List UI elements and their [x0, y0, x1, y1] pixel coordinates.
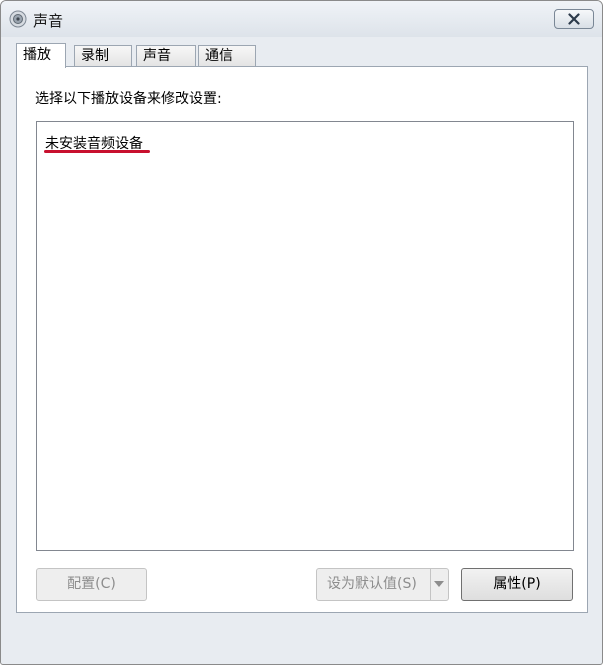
configure-button[interactable]: 配置(C)	[36, 568, 147, 601]
close-button[interactable]	[554, 9, 594, 29]
set-default-dropdown[interactable]	[430, 569, 448, 600]
window-title: 声音	[33, 12, 64, 30]
tab-recording[interactable]: 录制	[74, 45, 132, 67]
properties-button-label: 属性(P)	[493, 576, 541, 592]
chevron-down-icon	[434, 581, 444, 587]
set-default-button[interactable]: 设为默认值(S)	[316, 568, 449, 601]
title-bar[interactable]: 声音	[1, 1, 602, 37]
properties-button[interactable]: 属性(P)	[461, 568, 573, 601]
tab-communications[interactable]: 通信	[198, 45, 256, 67]
speaker-icon	[9, 10, 27, 28]
device-list[interactable]: 未安装音频设备	[36, 121, 574, 551]
configure-button-label: 配置(C)	[67, 576, 116, 592]
red-underline-annotation	[44, 150, 150, 153]
tab-sounds[interactable]: 声音	[136, 45, 196, 67]
instruction-text: 选择以下播放设备来修改设置:	[35, 91, 222, 107]
close-icon	[568, 13, 580, 25]
playback-panel: 选择以下播放设备来修改设置: 未安装音频设备 配置(C) 设为默认值(S) 属性…	[16, 66, 588, 613]
tab-label: 声音	[143, 48, 171, 64]
tab-label: 录制	[81, 48, 109, 64]
tab-label: 通信	[205, 48, 233, 64]
tab-playback[interactable]: 播放	[16, 43, 66, 68]
set-default-button-label: 设为默认值(S)	[327, 576, 417, 592]
sound-dialog: 声音 播放 录制 声音 通信 选择以下播放设备来修改设置: 未安装音频设备 配置…	[0, 0, 603, 665]
tab-label: 播放	[23, 47, 51, 63]
